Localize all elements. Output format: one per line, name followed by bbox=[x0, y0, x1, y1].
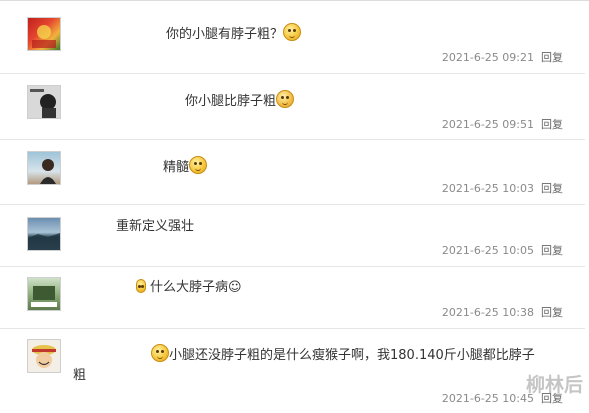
avatar[interactable] bbox=[27, 277, 61, 311]
avatar-image bbox=[28, 233, 60, 250]
divider bbox=[0, 328, 585, 329]
avatar[interactable] bbox=[27, 85, 61, 119]
comment-text: 你的小腿有脖子粗？ bbox=[166, 23, 302, 44]
avatar[interactable] bbox=[27, 151, 61, 185]
timestamp: 2021-6-25 09:51 bbox=[441, 118, 534, 131]
timestamp: 2021-6-25 10:05 bbox=[441, 244, 534, 257]
grin-emoji-icon bbox=[189, 156, 208, 174]
avatar[interactable] bbox=[27, 17, 61, 51]
comment-meta: 2021-6-25 10:05 回复 bbox=[442, 242, 563, 258]
sweat-smile-emoji-icon bbox=[151, 344, 169, 362]
avatar[interactable] bbox=[27, 339, 61, 373]
reply-link[interactable]: 回复 bbox=[541, 244, 563, 257]
comment-text: 你小腿比脖子粗 bbox=[185, 90, 295, 111]
comment-text: 小腿还没脖子粗的是什么瘦猴子啊，我180.140斤小腿都比脖子 bbox=[151, 344, 535, 365]
divider bbox=[0, 266, 585, 267]
divider bbox=[0, 139, 585, 140]
divider bbox=[0, 204, 585, 205]
top-border bbox=[0, 0, 589, 5]
comment-meta: 2021-6-25 09:51 回复 bbox=[442, 116, 563, 132]
sweat-smile-emoji-icon bbox=[283, 23, 302, 41]
comment-meta: 2021-6-25 09:21 回复 bbox=[442, 49, 563, 65]
avatar-image bbox=[31, 286, 57, 307]
smile-emoji-icon bbox=[136, 279, 146, 293]
reply-link[interactable]: 回复 bbox=[541, 182, 563, 195]
hand-over-mouth-emoji-icon bbox=[276, 90, 295, 108]
comment-text-continuation: 粗 bbox=[73, 368, 87, 383]
reply-link[interactable]: 回复 bbox=[541, 306, 563, 319]
avatar-image bbox=[28, 86, 60, 118]
watermark: 柳林后 bbox=[525, 374, 583, 396]
avatar-image bbox=[40, 159, 56, 184]
comment-text: 什么大脖子病☺ bbox=[136, 279, 242, 297]
avatar[interactable] bbox=[27, 217, 61, 251]
avatar-image bbox=[32, 345, 56, 368]
avatar-image bbox=[32, 25, 56, 48]
comment-meta: 2021-6-25 10:03 回复 bbox=[442, 180, 563, 196]
comment-text: 精髓 bbox=[163, 156, 208, 177]
reply-link[interactable]: 回复 bbox=[541, 118, 563, 131]
comment-text: 重新定义强壮 bbox=[116, 219, 195, 234]
timestamp: 2021-6-25 10:38 bbox=[441, 306, 534, 319]
timestamp: 2021-6-25 10:45 bbox=[441, 392, 534, 405]
reply-link[interactable]: 回复 bbox=[541, 51, 563, 64]
comment-meta: 2021-6-25 10:38 回复 bbox=[442, 304, 563, 320]
timestamp: 2021-6-25 10:03 bbox=[441, 182, 534, 195]
timestamp: 2021-6-25 09:21 bbox=[441, 51, 534, 64]
divider bbox=[0, 73, 585, 74]
